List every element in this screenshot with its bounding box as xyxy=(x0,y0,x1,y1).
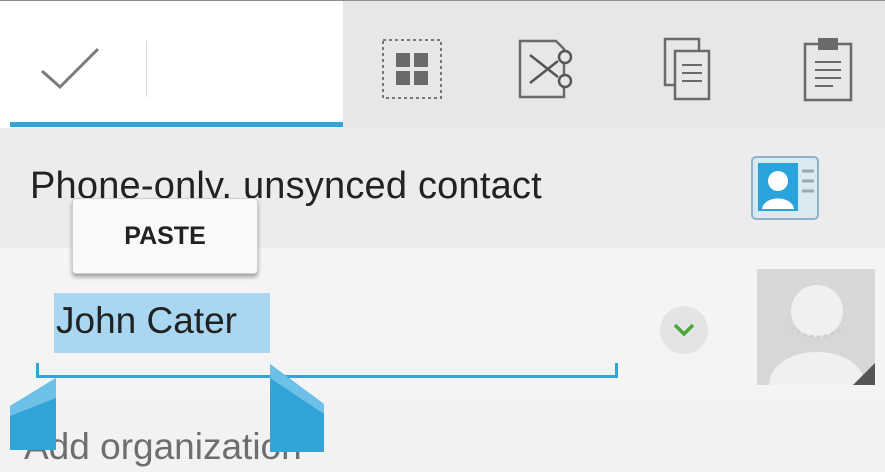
selection-handle-left[interactable] xyxy=(10,378,56,450)
expand-name-button[interactable] xyxy=(660,306,708,354)
done-underline xyxy=(10,122,343,127)
default-avatar-icon xyxy=(769,285,875,385)
paste-icon xyxy=(803,38,853,102)
name-field-underline xyxy=(36,375,618,378)
name-field-underline-right-tick xyxy=(615,363,618,377)
contact-card-icon xyxy=(751,156,819,220)
contextual-action-bar xyxy=(0,0,885,129)
checkmark-icon xyxy=(41,47,100,90)
copy-icon xyxy=(663,37,711,101)
done-button[interactable] xyxy=(0,1,343,129)
cut-button[interactable] xyxy=(518,37,582,101)
divider xyxy=(146,41,147,97)
paste-popup-button[interactable]: PASTE xyxy=(72,198,258,274)
select-all-icon xyxy=(382,39,442,99)
chevron-down-icon xyxy=(673,323,695,337)
add-organization-link[interactable]: Add organization xyxy=(24,426,302,468)
name-field[interactable]: John Cater xyxy=(56,300,237,342)
select-all-button[interactable] xyxy=(380,37,444,101)
copy-button[interactable] xyxy=(656,37,720,101)
cut-icon xyxy=(518,39,573,99)
name-field-underline-left-tick xyxy=(36,363,39,377)
paste-button[interactable] xyxy=(796,37,860,102)
contact-photo[interactable] xyxy=(757,269,875,385)
selection-handle-right[interactable] xyxy=(270,364,324,452)
